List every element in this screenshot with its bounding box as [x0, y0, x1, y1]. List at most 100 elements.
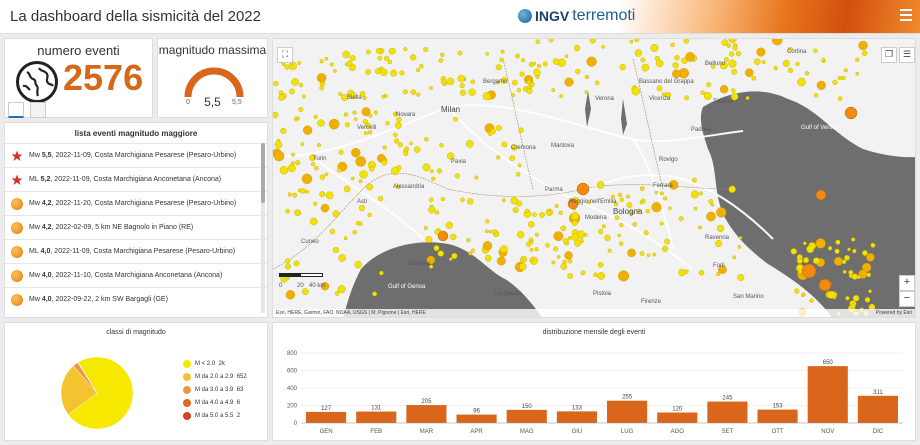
seismic-event-dot[interactable]	[716, 272, 721, 277]
seismic-event-dot[interactable]	[796, 257, 803, 264]
seismic-event-dot[interactable]	[519, 262, 527, 271]
bar[interactable]	[456, 414, 497, 423]
seismic-event-dot[interactable]	[654, 55, 660, 62]
bar[interactable]	[807, 366, 848, 423]
seismic-event-dot[interactable]	[425, 236, 433, 243]
seismic-event-dot[interactable]	[848, 269, 854, 276]
seismic-event-dot[interactable]	[726, 43, 731, 48]
seismic-event-dot[interactable]	[584, 90, 589, 95]
seismic-event-dot[interactable]	[387, 59, 393, 65]
seismic-event-dot[interactable]	[284, 263, 291, 270]
seismic-event-dot[interactable]	[292, 192, 298, 198]
seismic-event-dot[interactable]	[567, 273, 574, 279]
bar[interactable]	[657, 412, 698, 424]
seismic-event-dot[interactable]	[868, 289, 872, 294]
seismic-event-dot[interactable]	[595, 80, 600, 85]
seismic-event-dot[interactable]	[761, 60, 766, 64]
seismic-event-dot[interactable]	[488, 229, 493, 234]
seismic-event-dot[interactable]	[617, 233, 622, 238]
seismic-event-dot[interactable]	[710, 203, 715, 207]
seismic-event-dot[interactable]	[684, 95, 689, 101]
seismic-event-dot[interactable]	[459, 83, 465, 89]
seismic-event-dot[interactable]	[295, 160, 301, 166]
seismic-event-dot[interactable]	[532, 212, 537, 217]
seismic-event-dot[interactable]	[562, 259, 567, 265]
seismic-event-dot[interactable]	[433, 245, 440, 252]
bar[interactable]	[607, 400, 648, 423]
seismic-event-dot[interactable]	[678, 268, 686, 277]
seismic-event-dot[interactable]	[629, 39, 634, 44]
seismic-event-dot[interactable]	[787, 67, 793, 73]
seismic-event-dot-large[interactable]	[576, 182, 590, 196]
seismic-event-dot[interactable]	[619, 241, 624, 246]
seismic-event-dot[interactable]	[668, 206, 672, 210]
seismic-event-dot[interactable]	[619, 197, 624, 202]
seismic-event-dot[interactable]	[551, 260, 556, 265]
seismic-event-dot[interactable]	[342, 50, 350, 59]
seismic-event-dot[interactable]	[551, 88, 556, 92]
seismic-event-dot[interactable]	[366, 49, 371, 55]
seismic-event-dot[interactable]	[368, 113, 373, 118]
seismic-event-dot[interactable]	[485, 52, 489, 56]
seismic-event-dot[interactable]	[453, 116, 458, 122]
ingv-logo[interactable]: INGV terremoti	[518, 7, 635, 25]
seismic-event-dot[interactable]	[580, 270, 586, 276]
seismic-event-dot[interactable]	[346, 60, 353, 67]
seismic-event-dot[interactable]	[410, 89, 417, 95]
seismic-event-dot[interactable]	[532, 61, 537, 66]
seismic-event-dot[interactable]	[529, 248, 534, 252]
seismic-event-dot[interactable]	[809, 298, 814, 303]
seismic-event-dot[interactable]	[562, 238, 569, 244]
map-zoom-extent-icon[interactable]: ⛶	[277, 47, 293, 63]
seismic-event-dot[interactable]	[305, 189, 310, 194]
magnitude-pie-chart[interactable]	[57, 353, 137, 433]
seismic-event-dot[interactable]	[564, 251, 573, 260]
seismic-event-dot[interactable]	[842, 269, 847, 274]
seismic-event-dot[interactable]	[423, 47, 429, 53]
seismic-event-dot[interactable]	[509, 155, 516, 162]
event-list-item[interactable]: Mw 5,5, 2022-11-09, Costa Marchigiana Pe…	[5, 143, 267, 167]
seismic-event-dot[interactable]	[700, 90, 705, 95]
seismic-event-dot[interactable]	[319, 59, 324, 64]
seismic-event-dot[interactable]	[589, 39, 596, 44]
seismic-event-dot[interactable]	[319, 191, 326, 198]
seismic-event-dot[interactable]	[698, 225, 702, 230]
seismic-event-dot[interactable]	[466, 238, 471, 243]
seismic-event-dot[interactable]	[639, 186, 645, 191]
seismic-event-dot[interactable]	[438, 58, 444, 63]
seismic-event-dot[interactable]	[639, 200, 644, 205]
seismic-event-dot[interactable]	[674, 55, 680, 61]
seismic-event-dot[interactable]	[484, 229, 489, 234]
seismic-event-dot[interactable]	[745, 96, 750, 100]
seismic-event-dot[interactable]	[499, 57, 504, 62]
seismic-event-dot[interactable]	[731, 68, 738, 75]
seismic-event-dot[interactable]	[516, 172, 521, 177]
seismic-event-dot[interactable]	[274, 140, 283, 149]
event-list-item[interactable]: ML 5,2, 2022-11-09, Costa Marchigiana An…	[5, 167, 267, 191]
seismic-event-dot[interactable]	[539, 212, 545, 218]
seismic-event-dot[interactable]	[827, 246, 833, 251]
seismic-event-dot[interactable]	[545, 210, 552, 216]
seismic-event-dot[interactable]	[298, 107, 304, 113]
seismic-event-dot[interactable]	[351, 147, 361, 158]
event-list-item[interactable]: ML 4,0, 2022-11-09, Costa Marchigiana Pe…	[5, 239, 267, 263]
event-list-scrollbar[interactable]	[261, 143, 265, 313]
seismic-event-dot[interactable]	[419, 64, 424, 69]
seismic-event-dot[interactable]	[745, 68, 754, 77]
seismic-event-dot[interactable]	[511, 93, 515, 97]
seismic-event-dot[interactable]	[300, 142, 305, 146]
seismic-event-dot[interactable]	[821, 57, 826, 62]
seismic-event-dot[interactable]	[466, 140, 474, 148]
seismic-event-dot[interactable]	[804, 71, 810, 76]
seismic-event-dot[interactable]	[379, 270, 384, 276]
seismic-event-dot[interactable]	[618, 192, 623, 197]
seismic-event-dot[interactable]	[593, 272, 598, 277]
seismic-event-dot[interactable]	[518, 127, 524, 133]
seismic-event-dot[interactable]	[619, 63, 626, 71]
seismic-event-dot[interactable]	[495, 124, 502, 131]
seismic-event-dot[interactable]	[559, 94, 564, 98]
seismic-event-dot[interactable]	[827, 290, 836, 299]
seismic-event-dot[interactable]	[313, 201, 318, 206]
seismic-event-dot[interactable]	[845, 296, 850, 301]
seismic-event-dot[interactable]	[394, 122, 402, 129]
